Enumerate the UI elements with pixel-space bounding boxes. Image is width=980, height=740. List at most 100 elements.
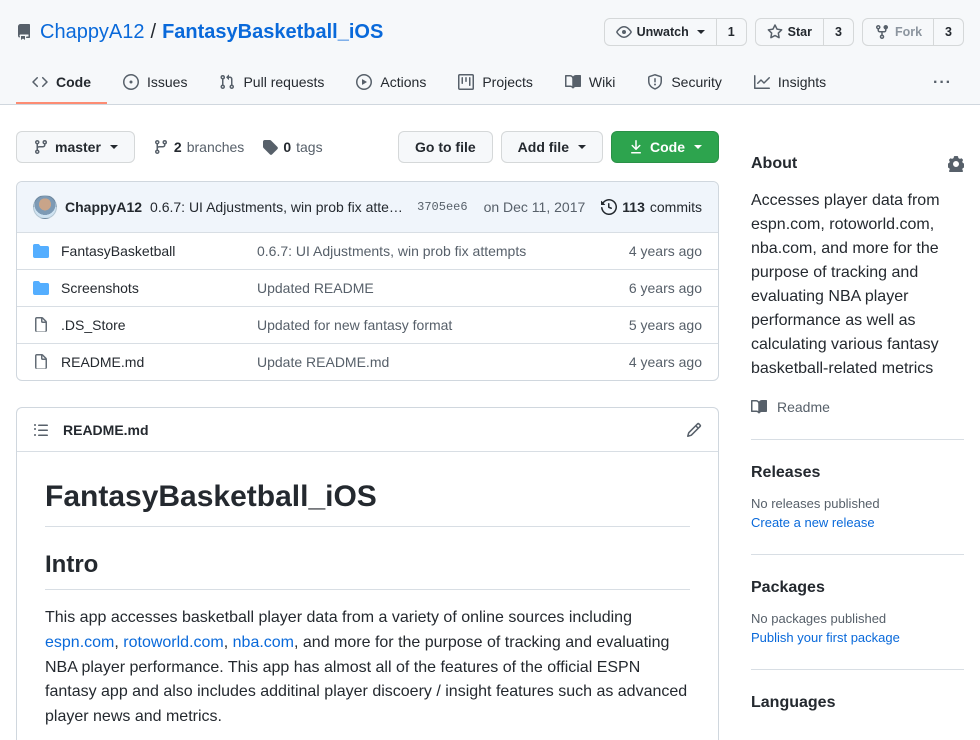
tab-issues[interactable]: Issues — [107, 62, 203, 104]
releases-heading[interactable]: Releases — [751, 464, 964, 482]
code-icon — [32, 74, 48, 90]
tab-insights[interactable]: Insights — [738, 62, 842, 104]
tab-issues-label: Issues — [147, 74, 187, 90]
readme-content: FantasyBasketball_iOS Intro This app acc… — [17, 452, 718, 740]
tab-code-label: Code — [56, 74, 91, 90]
readme-paragraph-text: , — [114, 634, 123, 651]
tab-actions-label: Actions — [380, 74, 426, 90]
table-row: .DS_Store Updated for new fantasy format… — [17, 306, 718, 343]
fork-button[interactable]: Fork — [862, 18, 934, 46]
eye-icon — [616, 24, 632, 40]
commit-hash-link[interactable]: 3705ee6 — [417, 200, 467, 214]
project-icon — [458, 74, 474, 90]
star-button[interactable]: Star — [755, 18, 824, 46]
header-actions: Unwatch 1 Star 3 Fo — [604, 18, 964, 46]
espn-link[interactable]: espn.com — [45, 634, 114, 651]
commit-meta: 3705ee6 on Dec 11, 2017 113 commits — [417, 199, 702, 215]
file-icon — [33, 317, 49, 333]
sidebar-readme-link[interactable]: Readme — [751, 399, 964, 415]
tags-link[interactable]: 0 tags — [262, 139, 322, 155]
file-commit-message[interactable]: 0.6.7: UI Adjustments, win prob fix atte… — [257, 243, 580, 259]
branch-name: master — [55, 139, 101, 155]
tags-count: 0 — [283, 139, 291, 155]
chevron-down-icon — [694, 145, 702, 149]
branch-selector[interactable]: master — [16, 131, 135, 163]
pencil-icon[interactable] — [686, 422, 702, 438]
latest-commit-bar: ChappyA12 0.6.7: UI Adjustments, win pro… — [17, 182, 718, 232]
file-link[interactable]: README.md — [61, 354, 245, 370]
code-button-label: Code — [650, 139, 685, 155]
stars-count[interactable]: 3 — [823, 18, 854, 46]
file-browser-box: ChappyA12 0.6.7: UI Adjustments, win pro… — [16, 181, 719, 381]
repo-name-link[interactable]: FantasyBasketball_iOS — [162, 21, 383, 44]
tab-projects[interactable]: Projects — [442, 62, 549, 104]
star-button-group: Star 3 — [755, 18, 854, 46]
about-heading: About — [751, 155, 797, 173]
add-file-button[interactable]: Add file — [501, 131, 603, 163]
main-content: master 2 branches 0 tags Go to file — [0, 105, 980, 740]
gear-icon[interactable] — [948, 156, 964, 172]
commits-count: 113 — [622, 199, 645, 215]
table-row: FantasyBasketball 0.6.7: UI Adjustments,… — [17, 232, 718, 269]
commit-author-link[interactable]: ChappyA12 — [65, 199, 142, 215]
book-icon — [565, 74, 581, 90]
releases-section: Releases No releases published Create a … — [751, 439, 964, 554]
file-commit-message[interactable]: Updated for new fantasy format — [257, 317, 580, 333]
avatar[interactable] — [33, 195, 57, 219]
languages-section: Languages — [751, 669, 964, 736]
nba-link[interactable]: nba.com — [233, 634, 294, 651]
file-link[interactable]: .DS_Store — [61, 317, 245, 333]
code-button[interactable]: Code — [611, 131, 719, 163]
rotoworld-link[interactable]: rotoworld.com — [123, 634, 223, 651]
tab-actions[interactable]: Actions — [340, 62, 442, 104]
file-age: 4 years ago — [592, 243, 702, 259]
folder-icon — [33, 243, 49, 259]
tab-wiki[interactable]: Wiki — [549, 62, 631, 104]
branch-bar: master 2 branches 0 tags Go to file — [16, 131, 719, 163]
file-link[interactable]: FantasyBasketball — [61, 243, 245, 259]
list-unordered-icon[interactable] — [33, 422, 49, 438]
readme-title: FantasyBasketball_iOS — [45, 480, 690, 527]
unwatch-label: Unwatch — [637, 25, 689, 39]
commit-message-link[interactable]: 0.6.7: UI Adjustments, win prob fix atte… — [150, 199, 403, 215]
file-commit-message[interactable]: Updated README — [257, 280, 580, 296]
repo-hero: ChappyA12 / FantasyBasketball_iOS Unwatc… — [0, 0, 980, 105]
file-age: 6 years ago — [592, 280, 702, 296]
repo-header: ChappyA12 / FantasyBasketball_iOS Unwatc… — [0, 16, 980, 48]
branches-link[interactable]: 2 branches — [153, 139, 244, 155]
forks-count[interactable]: 3 — [933, 18, 964, 46]
fork-button-group: Fork 3 — [862, 18, 964, 46]
file-commit-message[interactable]: Update README.md — [257, 354, 580, 370]
tab-code[interactable]: Code — [16, 62, 107, 104]
nav-overflow-button[interactable]: ··· — [921, 74, 964, 92]
readme-paragraph-text: , — [224, 634, 233, 651]
branch-actions: Go to file Add file Code — [398, 131, 719, 163]
create-release-link[interactable]: Create a new release — [751, 515, 964, 530]
tab-security[interactable]: Security — [631, 62, 738, 104]
repo-nav-tabs: Code Issues Pull requests Actions Projec… — [0, 62, 980, 104]
packages-heading[interactable]: Packages — [751, 579, 964, 597]
commit-history-link[interactable]: 113 commits — [601, 199, 702, 215]
tags-label: tags — [296, 139, 322, 155]
languages-heading: Languages — [751, 694, 964, 712]
watchers-count[interactable]: 1 — [716, 18, 747, 46]
publish-package-link[interactable]: Publish your first package — [751, 630, 964, 645]
unwatch-button[interactable]: Unwatch — [604, 18, 717, 46]
releases-empty-text: No releases published — [751, 496, 964, 511]
tab-wiki-label: Wiki — [589, 74, 615, 90]
tab-projects-label: Projects — [482, 74, 533, 90]
repo-content-column: master 2 branches 0 tags Go to file — [16, 105, 719, 740]
readme-paragraph: This app accesses basketball player data… — [45, 606, 690, 730]
play-icon — [356, 74, 372, 90]
file-link[interactable]: Screenshots — [61, 280, 245, 296]
commits-label: commits — [650, 199, 702, 215]
graph-icon — [754, 74, 770, 90]
repo-icon — [16, 24, 32, 40]
repo-owner-link[interactable]: ChappyA12 — [40, 21, 145, 44]
readme-section-heading: Intro — [45, 551, 690, 590]
go-to-file-button[interactable]: Go to file — [398, 131, 493, 163]
tab-pull-requests[interactable]: Pull requests — [203, 62, 340, 104]
star-label: Star — [788, 25, 812, 39]
branches-count: 2 — [174, 139, 182, 155]
about-description: Accesses player data from espn.com, roto… — [751, 189, 964, 381]
